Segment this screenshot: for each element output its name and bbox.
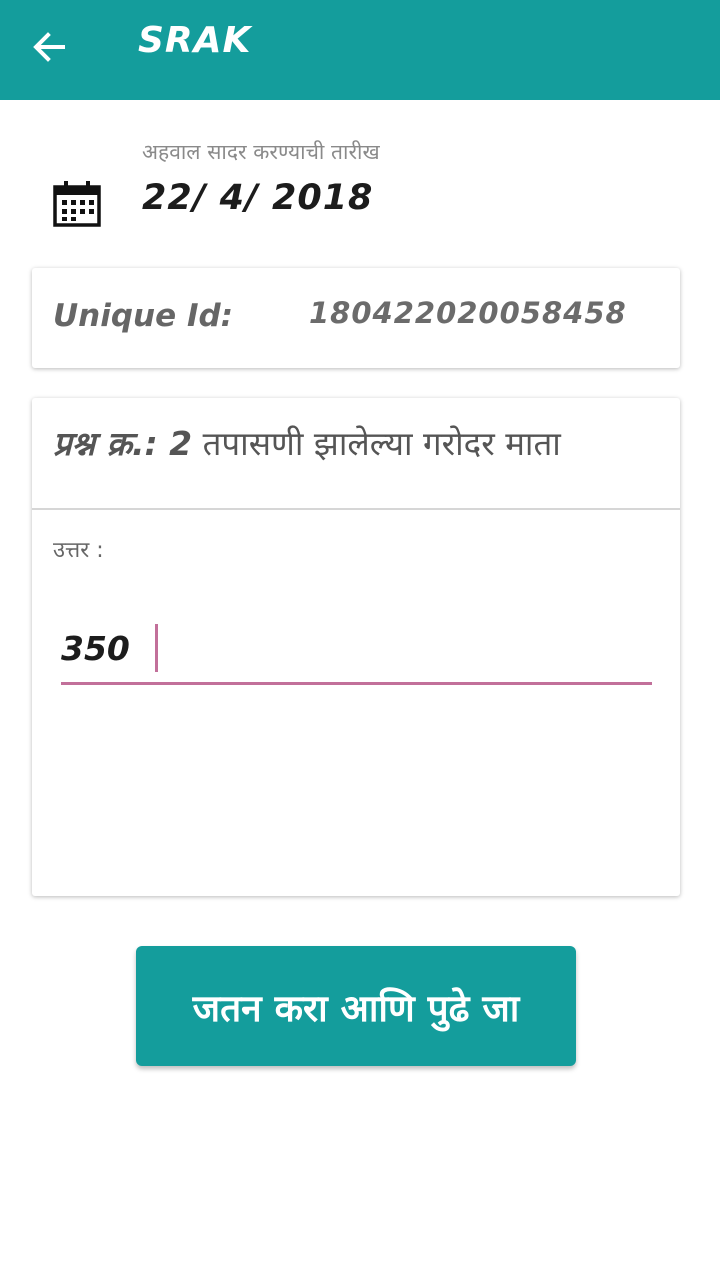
question-text: तपासणी झालेल्या गरोदर माता [202,424,561,463]
question-title: प्रश्न क्र.: 2 तपासणी झालेल्या गरोदर मात… [53,420,561,465]
app-title: SRAK [138,20,252,61]
save-and-next-button[interactable]: जतन करा आणि पुढे जा [136,946,576,1066]
arrow-left-icon [33,32,65,62]
report-date-label: अहवाल सादर करण्याची तारीख [142,140,380,164]
answer-label: उत्तर : [53,538,104,563]
unique-id-value: 180422020058458 [309,296,627,330]
app-bar: SRAK [0,0,720,100]
text-cursor [155,624,158,672]
question-card: प्रश्न क्र.: 2 तपासणी झालेल्या गरोदर मात… [32,398,680,896]
answer-field[interactable] [61,618,652,685]
report-date-value[interactable]: 22/ 4/ 2018 [142,178,373,218]
question-number: प्रश्न क्र.: 2 [53,424,193,463]
back-button[interactable] [22,22,76,72]
unique-id-card: Unique Id: 180422020058458 [32,268,680,368]
unique-id-label: Unique Id: [53,298,234,334]
question-header: प्रश्न क्र.: 2 तपासणी झालेल्या गरोदर मात… [32,398,680,510]
calendar-icon[interactable] [52,180,102,228]
answer-input[interactable] [61,622,652,674]
